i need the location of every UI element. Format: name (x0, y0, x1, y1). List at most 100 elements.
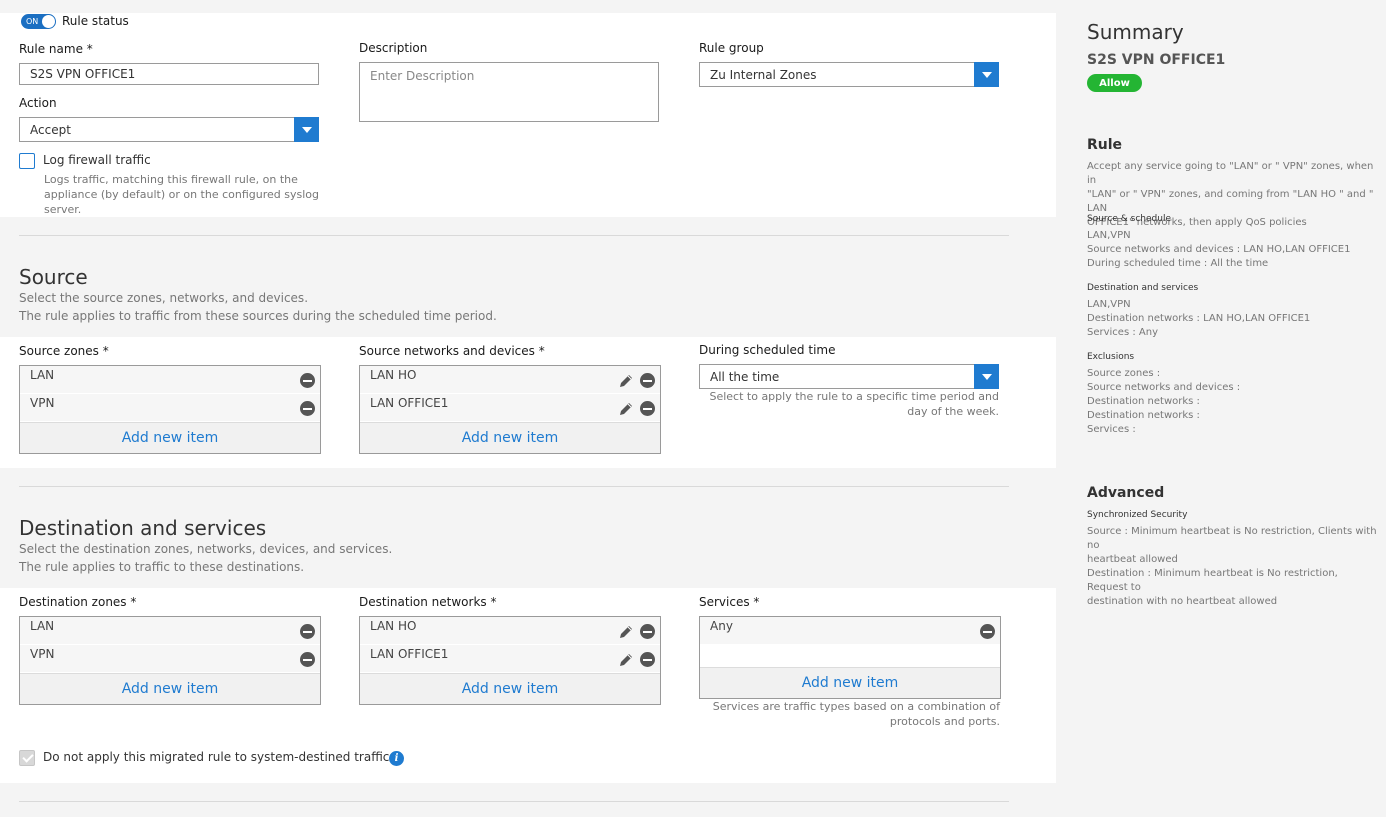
services-hint: Services are traffic types based on a co… (699, 699, 1000, 729)
add-new-item-button[interactable]: Add new item (360, 673, 660, 704)
rule-group-value: Zu Internal Zones (710, 67, 817, 82)
rule-group-select[interactable]: Zu Internal Zones (699, 62, 999, 87)
list-item-label: VPN (30, 396, 55, 410)
list-item: LAN HO (360, 617, 660, 645)
source-zones-label: Source zones * (19, 344, 109, 358)
migrated-rule-label: Do not apply this migrated rule to syste… (43, 750, 394, 764)
summary-exclusion-line: Services : (1087, 424, 1136, 435)
log-traffic-label: Log firewall traffic (43, 153, 151, 167)
source-title: Source (19, 265, 88, 289)
edit-icon[interactable] (618, 652, 634, 668)
remove-icon[interactable] (300, 401, 315, 416)
summary-sync-line: heartbeat allowed (1087, 554, 1178, 565)
rule-status-toggle[interactable]: ON (21, 14, 56, 29)
toggle-state: ON (26, 17, 39, 26)
remove-icon[interactable] (300, 652, 315, 667)
list-item-label: LAN HO (370, 368, 417, 382)
list-item-label: VPN (30, 647, 55, 661)
summary-sync-text: Source : Minimum heartbeat is No restric… (1087, 525, 1377, 609)
summary-dest-line: LAN,VPN (1087, 299, 1131, 310)
source-networks-label: Source networks and devices * (359, 344, 545, 358)
section-divider (19, 801, 1009, 802)
summary-rule-line: "LAN" or " VPN" zones, and coming from "… (1087, 189, 1374, 214)
schedule-hint: Select to apply the rule to a specific t… (699, 389, 999, 419)
remove-icon[interactable] (300, 373, 315, 388)
remove-icon[interactable] (300, 624, 315, 639)
list-item: LAN HO (360, 366, 660, 394)
destination-networks-list: LAN HO LAN OFFICE1 Add new item (359, 616, 661, 705)
schedule-dropdown-button[interactable] (974, 364, 999, 389)
summary-sync-line: Destination : Minimum heartbeat is No re… (1087, 568, 1338, 593)
list-item-label: LAN HO (370, 619, 417, 633)
list-item: VPN (20, 645, 320, 673)
edit-icon[interactable] (618, 373, 634, 389)
log-traffic-checkbox[interactable] (19, 153, 35, 169)
summary-source-line: LAN,VPN (1087, 230, 1131, 241)
destination-desc-1: Select the destination zones, networks, … (19, 542, 393, 556)
chevron-down-icon (301, 126, 312, 133)
summary-exclusion-line: Source networks and devices : (1087, 382, 1241, 393)
rule-group-dropdown-button[interactable] (974, 62, 999, 87)
info-icon[interactable]: i (389, 751, 404, 766)
summary-sync-heading: Synchronized Security (1087, 510, 1188, 520)
add-new-item-button[interactable]: Add new item (700, 667, 1000, 698)
summary-exclusion-line: Source zones : (1087, 368, 1161, 379)
destination-networks-label: Destination networks * (359, 595, 497, 609)
list-item: LAN OFFICE1 (360, 394, 660, 422)
destination-zones-list: LAN VPN Add new item (19, 616, 321, 705)
summary-exclusions-heading: Exclusions (1087, 352, 1135, 362)
list-item-label: LAN OFFICE1 (370, 396, 449, 410)
summary-dest-line: Destination networks : LAN HO,LAN OFFICE… (1087, 313, 1311, 324)
chevron-down-icon (981, 71, 992, 78)
summary-source-line: During scheduled time : All the time (1087, 258, 1269, 269)
list-item-label: LAN (30, 368, 55, 382)
remove-icon[interactable] (640, 652, 655, 667)
summary-dest-text: LAN,VPN Destination networks : LAN HO,LA… (1087, 298, 1310, 340)
description-textarea[interactable]: Enter Description (359, 62, 659, 122)
summary-source-text: LAN,VPN Source networks and devices : LA… (1087, 229, 1350, 271)
action-select[interactable]: Accept (19, 117, 319, 142)
edit-icon[interactable] (618, 624, 634, 640)
summary-dest-heading: Destination and services (1087, 283, 1199, 293)
list-item: LAN OFFICE1 (360, 645, 660, 673)
remove-icon[interactable] (980, 624, 995, 639)
destination-desc-2: The rule applies to traffic to these des… (19, 560, 305, 574)
edit-icon[interactable] (618, 401, 634, 417)
list-item-label: LAN OFFICE1 (370, 647, 449, 661)
destination-zones-label: Destination zones * (19, 595, 137, 609)
summary-advanced-heading: Advanced (1087, 485, 1165, 501)
remove-icon[interactable] (640, 401, 655, 416)
rule-name-label: Rule name * (19, 42, 93, 56)
add-new-item-button[interactable]: Add new item (360, 422, 660, 453)
schedule-hint-line-2: day of the week. (907, 405, 999, 418)
description-placeholder: Enter Description (370, 69, 475, 83)
chevron-down-icon (981, 373, 992, 380)
summary-rule-line: Accept any service going to "LAN" or " V… (1087, 161, 1374, 186)
add-new-item-button[interactable]: Add new item (20, 673, 320, 704)
source-desc-2: The rule applies to traffic from these s… (19, 309, 497, 323)
action-dropdown-button[interactable] (294, 117, 319, 142)
schedule-select[interactable]: All the time (699, 364, 999, 389)
summary-exclusion-line: Destination networks : (1087, 396, 1200, 407)
summary-rule-heading: Rule (1087, 137, 1123, 153)
schedule-label: During scheduled time (699, 343, 836, 357)
toggle-knob (42, 15, 55, 28)
summary-source-heading: Source & schedule (1087, 214, 1171, 224)
source-zones-list: LAN VPN Add new item (19, 365, 321, 454)
migrated-rule-checkbox[interactable] (19, 750, 35, 766)
rule-name-input[interactable]: S2S VPN OFFICE1 (19, 63, 319, 85)
add-new-item-button[interactable]: Add new item (20, 422, 320, 453)
list-item: VPN (20, 394, 320, 422)
summary-dest-line: Services : Any (1087, 327, 1158, 338)
remove-icon[interactable] (640, 373, 655, 388)
schedule-value: All the time (710, 369, 780, 384)
rule-name-value: S2S VPN OFFICE1 (30, 67, 136, 81)
section-divider (19, 235, 1009, 236)
list-item: LAN (20, 366, 320, 394)
list-item: Any (700, 617, 1000, 645)
description-label: Description (359, 41, 428, 55)
remove-icon[interactable] (640, 624, 655, 639)
summary-exclusions-text: Source zones : Source networks and devic… (1087, 367, 1240, 437)
summary-exclusion-line: Destination networks : (1087, 410, 1200, 421)
source-desc-1: Select the source zones, networks, and d… (19, 291, 309, 305)
